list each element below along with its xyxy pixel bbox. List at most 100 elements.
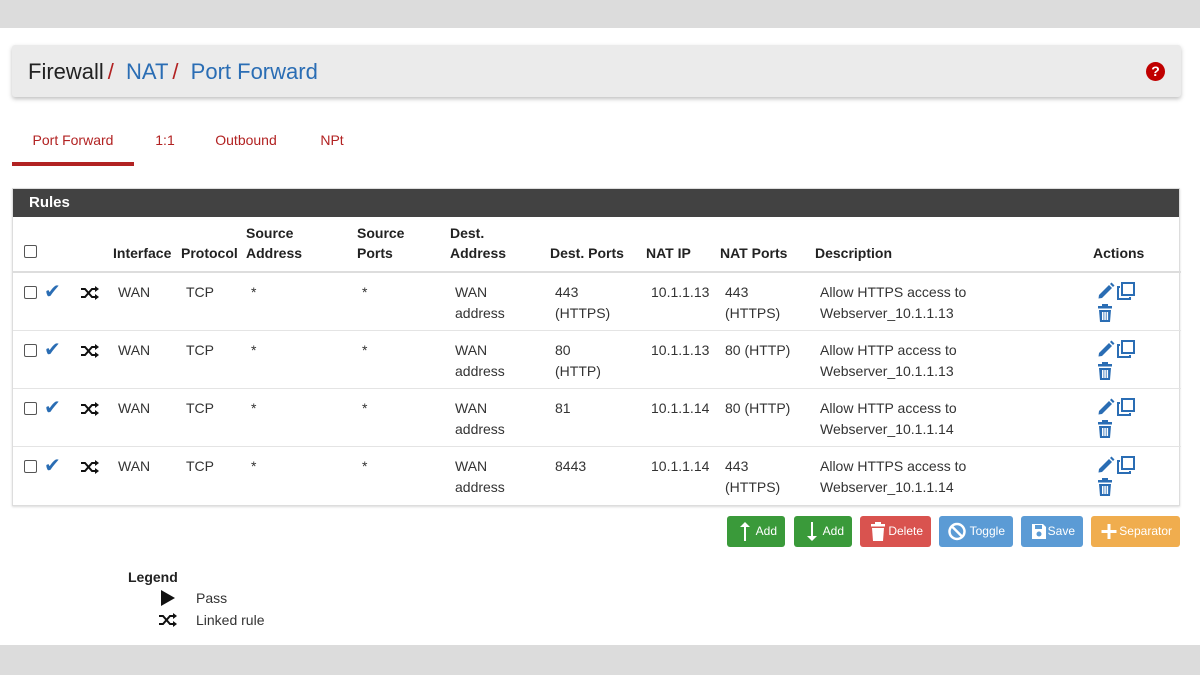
- tab-port-forward[interactable]: Port Forward: [12, 118, 134, 166]
- cell-source-ports: *: [362, 457, 368, 474]
- cell-dest-address: WAN address: [455, 457, 505, 495]
- col-dest-ports[interactable]: Dest. Ports: [550, 217, 646, 273]
- cell-nat-ports: 443 (HTTPS): [720, 272, 815, 331]
- rules-panel: Rules Interface Protocol Source Address …: [12, 188, 1181, 506]
- cell-source-address: *: [251, 457, 257, 474]
- table-row[interactable]: ✔ WAN TCP * * WAN address 8443 10.1.1.14 443 (HT…: [13, 446, 1181, 504]
- delete-trash-icon[interactable]: [1097, 419, 1113, 438]
- tab-npt[interactable]: NPt: [312, 118, 352, 166]
- cell-protocol: TCP: [181, 272, 246, 331]
- copy-icon[interactable]: [1117, 282, 1135, 300]
- delete-trash-icon[interactable]: [1097, 477, 1113, 496]
- save-button[interactable]: Save: [1021, 516, 1083, 547]
- col-source-ports[interactable]: Source Ports: [357, 217, 450, 273]
- cell-protocol: TCP: [181, 388, 246, 447]
- select-all-checkbox[interactable]: [24, 245, 37, 258]
- delete-button[interactable]: Delete: [860, 516, 931, 547]
- cell-interface: WAN: [118, 457, 151, 474]
- checkmark-icon: ✔: [44, 454, 61, 477]
- checkmark-icon: ✔: [44, 338, 61, 361]
- table-row[interactable]: ✔ WAN TCP * * WAN address 443 (HTTPS) 10.1.1.13…: [13, 272, 1181, 331]
- cell-protocol: TCP: [186, 457, 214, 474]
- nat-tabs: Port Forward 1:1 Outbound NPt: [12, 118, 412, 168]
- row-select-checkbox[interactable]: [24, 401, 37, 415]
- toggle-button[interactable]: Toggle: [939, 516, 1013, 547]
- delete-trash-icon[interactable]: [1097, 361, 1113, 380]
- cell-actions: [1093, 388, 1181, 447]
- cell-interface: WAN: [113, 330, 181, 389]
- separator-button[interactable]: Separator: [1091, 516, 1180, 547]
- col-dest-address[interactable]: Dest. Address: [450, 217, 550, 273]
- shuffle-icon: [81, 286, 99, 300]
- checkmark-icon: ✔: [44, 396, 61, 419]
- arrow-up-icon: [740, 522, 750, 541]
- top-bar: [0, 0, 1200, 28]
- shuffle-icon: [81, 459, 99, 474]
- col-interface[interactable]: Interface: [113, 217, 181, 273]
- copy-icon[interactable]: [1117, 455, 1135, 474]
- shuffle-icon: [81, 401, 99, 416]
- edit-pencil-icon[interactable]: [1097, 456, 1115, 474]
- col-nat-ip[interactable]: NAT IP: [646, 217, 720, 273]
- row-select-checkbox[interactable]: [24, 459, 37, 473]
- row-select-checkbox[interactable]: [24, 343, 37, 357]
- play-icon: [161, 590, 175, 606]
- breadcrumb-port-forward-link[interactable]: Port Forward: [191, 59, 318, 84]
- edit-pencil-icon[interactable]: [1097, 398, 1115, 416]
- breadcrumb-panel: Firewall / NAT / Port Forward ?: [12, 45, 1181, 97]
- cell-protocol: TCP: [181, 330, 246, 389]
- col-actions: Actions: [1093, 217, 1181, 273]
- cell-nat-ports: 80 (HTTP): [720, 388, 815, 447]
- breadcrumb-separator: /: [107, 59, 114, 84]
- cell-dest-ports: 81: [550, 388, 646, 447]
- add-bottom-button[interactable]: Add: [794, 516, 852, 547]
- edit-pencil-icon[interactable]: [1097, 340, 1115, 358]
- edit-pencil-icon[interactable]: [1097, 282, 1115, 300]
- cell-dest-ports: 8443: [555, 457, 587, 474]
- tab-one-to-one[interactable]: 1:1: [146, 118, 184, 166]
- table-row[interactable]: ✔ WAN TCP * * WAN address 81 10.1.1.14 80 (HTTP)…: [13, 388, 1181, 447]
- bottom-bar: [0, 645, 1200, 675]
- cell-source-ports: *: [357, 330, 450, 389]
- arrow-down-icon: [807, 522, 817, 541]
- cell-description: Allow HTTP access to Webserver_10.1.1.13: [815, 330, 1093, 389]
- rules-panel-title: Rules: [13, 189, 1179, 217]
- cell-actions: [1093, 330, 1181, 389]
- cell-dest-ports: 80 (HTTP): [550, 330, 646, 389]
- rules-table: Interface Protocol Source Address Source…: [13, 217, 1181, 504]
- cell-dest-address: WAN address: [450, 330, 550, 389]
- table-header-row: Interface Protocol Source Address Source…: [13, 217, 1181, 273]
- cell-dest-address: WAN address: [450, 388, 550, 447]
- cell-nat-ports: 443 (HTTPS): [725, 457, 781, 495]
- cell-source-ports: *: [357, 388, 450, 447]
- cell-dest-ports: 443 (HTTPS): [550, 272, 646, 331]
- row-select-checkbox[interactable]: [24, 286, 37, 299]
- cell-actions: [1093, 446, 1181, 504]
- cell-nat-ports: 80 (HTTP): [720, 330, 815, 389]
- delete-trash-icon[interactable]: [1097, 304, 1113, 322]
- add-top-button[interactable]: Add: [727, 516, 785, 547]
- copy-icon[interactable]: [1117, 339, 1135, 358]
- legend: Legend Pass Linked rule: [128, 568, 328, 630]
- table-row[interactable]: ✔ WAN TCP * * WAN address 80 (HTTP) 10.1.1.13 80…: [13, 330, 1181, 389]
- shuffle-icon: [81, 343, 99, 358]
- plus-icon: [1101, 524, 1117, 539]
- col-description[interactable]: Description: [815, 217, 1093, 273]
- cell-nat-ip: 10.1.1.13: [646, 272, 720, 331]
- help-icon[interactable]: ?: [1146, 62, 1165, 81]
- col-protocol[interactable]: Protocol: [181, 217, 246, 273]
- col-nat-ports[interactable]: NAT Ports: [720, 217, 815, 273]
- trash-icon: [871, 522, 885, 541]
- breadcrumb-firewall: Firewall: [28, 59, 104, 84]
- save-icon: [1032, 524, 1046, 539]
- cell-nat-ip: 10.1.1.14: [646, 388, 720, 447]
- cell-source-address: *: [246, 330, 357, 389]
- tab-outbound[interactable]: Outbound: [208, 118, 284, 166]
- col-source-address[interactable]: Source Address: [246, 217, 357, 273]
- breadcrumb-nat-link[interactable]: NAT: [126, 59, 168, 84]
- copy-icon[interactable]: [1117, 397, 1135, 416]
- cell-dest-address: WAN address: [450, 272, 550, 331]
- shuffle-icon: [159, 613, 177, 627]
- cell-actions: [1093, 272, 1181, 331]
- cell-description: Allow HTTPS access to Webserver_10.1.1.1…: [820, 457, 967, 495]
